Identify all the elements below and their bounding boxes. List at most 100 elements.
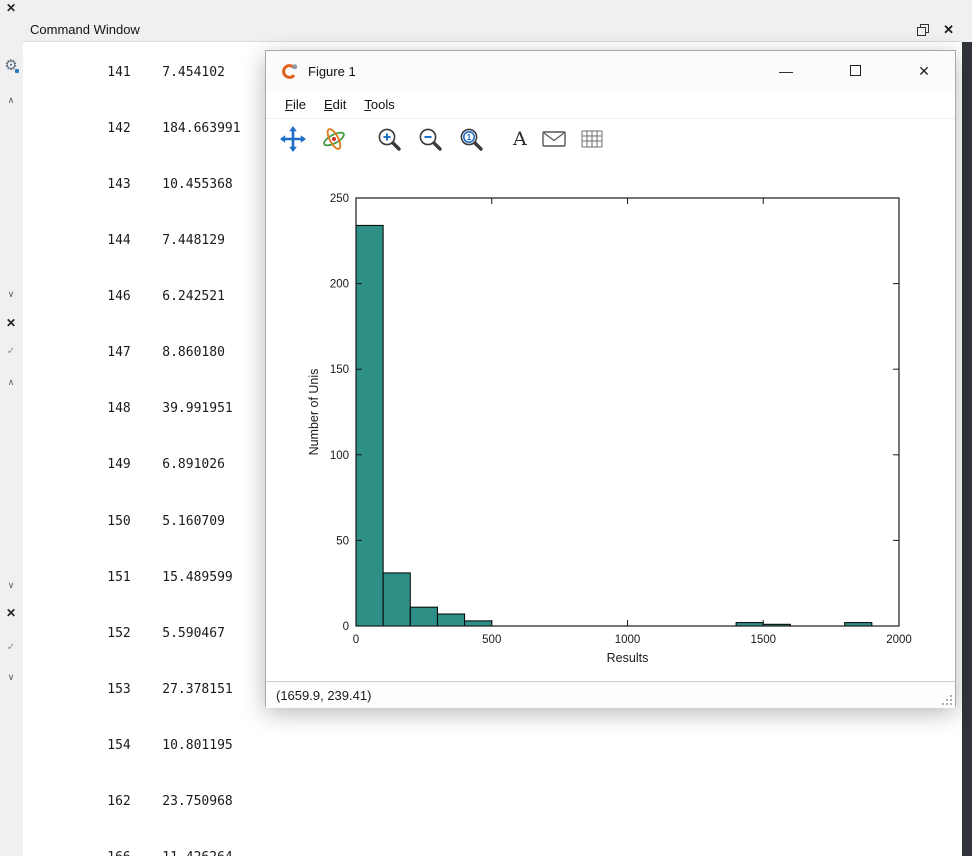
undock-icon [917, 24, 929, 36]
text-annotation-button[interactable]: A [511, 128, 529, 151]
grid-icon [581, 130, 603, 148]
result-index: 151 [107, 569, 162, 588]
gear-accent-dot [15, 69, 19, 73]
result-index: 141 [107, 64, 162, 83]
plot-canvas[interactable]: 0 50 100 150 200 250 0 500 1000 1500 2000 Results Nu… [266, 159, 955, 681]
result-value: 7.448129 [162, 233, 225, 248]
figure-titlebar[interactable]: Figure 1 — ✕ [266, 51, 955, 91]
zoom-reset-button[interactable]: 1 [456, 124, 486, 154]
result-index: 146 [107, 288, 162, 307]
figure-window: Figure 1 — ✕ File Edit Tools [265, 50, 956, 707]
close-icon[interactable]: ✕ [2, 316, 20, 330]
minimize-button[interactable]: — [771, 63, 801, 79]
result-value: 8.860180 [162, 345, 225, 360]
scroll-down-icon[interactable]: ∨ [2, 672, 20, 683]
check-icon[interactable]: ✓ [2, 642, 20, 653]
result-value: 15.489599 [162, 570, 232, 585]
result-value: 27.378151 [162, 682, 232, 697]
zoom-reset-icon: 1 [458, 126, 484, 152]
close-icon[interactable]: ✕ [2, 606, 20, 620]
envelope-icon [542, 130, 566, 148]
scroll-up-icon[interactable]: ∧ [2, 95, 20, 106]
figure-menubar: File Edit Tools [266, 91, 955, 119]
output-line: 16611.426264 [29, 831, 962, 856]
right-panel-edge[interactable] [962, 42, 972, 856]
result-index: 153 [107, 681, 162, 700]
result-index: 148 [107, 400, 162, 419]
output-line: 16223.750968 [29, 774, 962, 830]
maximize-button[interactable] [840, 63, 870, 79]
menu-item[interactable]: Tools [355, 93, 403, 116]
result-index: 143 [107, 176, 162, 195]
result-value: 6.891026 [162, 457, 225, 472]
rotate-button[interactable] [319, 124, 349, 154]
result-index: 149 [107, 456, 162, 475]
menu-item[interactable]: Edit [315, 93, 355, 116]
left-dock-rail: ✕ ⚙ ∧ ∨ ✕ ✓ ∧ ∨ ✕ ✓ ∨ [0, 0, 23, 856]
scroll-down-icon[interactable]: ∨ [2, 289, 20, 300]
pan-button[interactable] [278, 124, 308, 154]
menu-item[interactable]: File [276, 93, 315, 116]
result-value: 7.454102 [162, 65, 225, 80]
result-value: 11.426264 [162, 850, 232, 856]
command-window-header: Command Window ✕ [0, 18, 962, 42]
result-value: 184.663991 [162, 121, 240, 136]
close-button[interactable]: ✕ [943, 22, 954, 38]
figure-statusbar: (1659.9, 239.41) [266, 681, 955, 708]
scroll-down-icon[interactable]: ∨ [2, 580, 20, 591]
zoom-in-button[interactable] [374, 124, 404, 154]
svg-text:1000: 1000 [615, 634, 641, 646]
resize-grip[interactable] [941, 694, 954, 707]
octave-main-window: ✕ ⚙ ∧ ∨ ✕ ✓ ∧ ∨ ✕ ✓ ∨ Command Window ✕ [0, 0, 972, 856]
output-line: 15410.801195 [29, 718, 962, 774]
figure-toolbar: 1 A [266, 119, 955, 159]
svg-text:500: 500 [482, 634, 501, 646]
text-tool-icon: A [513, 130, 527, 149]
svg-text:0: 0 [353, 634, 359, 646]
close-icon[interactable]: ✕ [2, 1, 20, 15]
svg-text:2000: 2000 [886, 634, 912, 646]
octave-logo-icon [280, 62, 299, 81]
maximize-icon [850, 65, 861, 76]
figure-title: Figure 1 [308, 64, 356, 79]
result-index: 166 [107, 849, 162, 856]
zoom-out-button[interactable] [415, 124, 445, 154]
insert-axes-button[interactable] [540, 128, 568, 150]
result-index: 162 [107, 793, 162, 812]
scroll-up-icon[interactable]: ∧ [2, 377, 20, 388]
result-value: 10.455368 [162, 177, 232, 192]
grid-toggle-button[interactable] [579, 128, 605, 150]
cursor-position: (1659.9, 239.41) [276, 688, 371, 703]
svg-text:0: 0 [343, 621, 349, 633]
svg-text:150: 150 [330, 364, 349, 376]
zoom-in-icon [376, 126, 402, 152]
result-index: 152 [107, 625, 162, 644]
histogram-plot[interactable]: 0 50 100 150 200 250 0 500 1000 1500 2000 Results Nu… [266, 159, 955, 681]
result-value: 6.242521 [162, 289, 225, 304]
svg-text:100: 100 [330, 450, 349, 462]
result-value: 10.801195 [162, 738, 232, 753]
pan-icon [280, 126, 306, 152]
result-index: 154 [107, 737, 162, 756]
svg-text:Results: Results [607, 651, 649, 665]
result-value: 39.991951 [162, 401, 232, 416]
close-button[interactable]: ✕ [909, 63, 939, 80]
result-value: 23.750968 [162, 794, 232, 809]
result-index: 142 [107, 120, 162, 139]
svg-text:Number of Unis: Number of Unis [307, 369, 321, 456]
result-value: 5.590467 [162, 626, 225, 641]
check-icon[interactable]: ✓ [2, 346, 20, 357]
panel-title: Command Window [30, 22, 140, 37]
zoom-out-icon [417, 126, 443, 152]
svg-text:200: 200 [330, 279, 349, 291]
svg-text:250: 250 [330, 193, 349, 205]
undock-button[interactable] [917, 24, 929, 36]
gear-icon[interactable]: ⚙ [2, 56, 20, 74]
result-index: 147 [107, 344, 162, 363]
svg-text:1: 1 [467, 132, 472, 142]
result-value: 5.160709 [162, 514, 225, 529]
rotate-icon [321, 126, 347, 152]
svg-text:50: 50 [336, 535, 349, 547]
result-index: 144 [107, 232, 162, 251]
svg-text:1500: 1500 [750, 634, 776, 646]
